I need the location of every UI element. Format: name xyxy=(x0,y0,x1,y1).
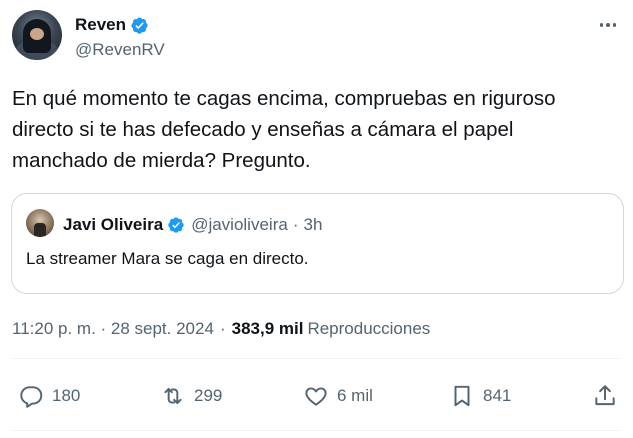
view-count: 383,9 mil xyxy=(231,319,304,338)
quoted-handle: @javioliveira xyxy=(191,215,288,234)
tweet-meta: 11:20 p. m. · 28 sept. 2024 · 383,9 mil … xyxy=(12,318,430,340)
quoted-text: La streamer Mara se caga en directo. xyxy=(26,249,309,268)
quoted-author-row: Javi Oliveira @javioliveira · 3h xyxy=(63,214,322,236)
tweet-text: En qué momento te cagas encima, comprueb… xyxy=(12,87,562,172)
quoted-display-name: Javi Oliveira xyxy=(63,215,164,234)
quoted-avatar-figure xyxy=(34,223,46,237)
more-horizontal-icon[interactable] xyxy=(597,14,619,36)
quoted-separator: · xyxy=(292,215,299,234)
reply-button[interactable]: 180 xyxy=(18,374,80,418)
repost-icon xyxy=(164,387,182,405)
tweet-timestamp[interactable]: 11:20 p. m. · 28 sept. 2024 xyxy=(12,319,214,339)
quoted-author-avatar[interactable] xyxy=(26,209,54,237)
action-bar: 180 299 6 mil 841 xyxy=(0,374,633,418)
like-button[interactable]: 6 mil xyxy=(303,374,373,418)
author-name-row: Reven xyxy=(75,13,149,37)
reply-icon xyxy=(20,386,43,408)
repost-button[interactable]: 299 xyxy=(160,374,222,418)
repost-count: 299 xyxy=(194,386,223,405)
bookmark-button[interactable]: 841 xyxy=(449,374,511,418)
author-avatar[interactable] xyxy=(12,10,62,60)
author-display-name[interactable]: Reven xyxy=(75,15,126,35)
quoted-tweet[interactable]: Javi Oliveira @javioliveira · 3h La stre… xyxy=(11,193,624,294)
avatar-face xyxy=(30,28,44,40)
meta-separator: · xyxy=(219,319,226,338)
heart-icon xyxy=(305,387,327,406)
reply-count: 180 xyxy=(52,386,81,405)
divider xyxy=(12,358,621,359)
bottom-divider xyxy=(12,430,621,431)
quoted-time: 3h xyxy=(303,215,323,234)
verified-badge-icon xyxy=(131,16,148,34)
bookmark-count: 841 xyxy=(483,386,512,405)
like-count: 6 mil xyxy=(337,386,373,405)
share-button[interactable] xyxy=(592,374,618,418)
views-label: Reproducciones xyxy=(307,319,431,338)
author-handle[interactable]: @RevenRV xyxy=(75,40,165,60)
bookmark-icon xyxy=(454,385,470,407)
share-icon xyxy=(595,385,615,406)
verified-badge-icon xyxy=(168,217,184,233)
